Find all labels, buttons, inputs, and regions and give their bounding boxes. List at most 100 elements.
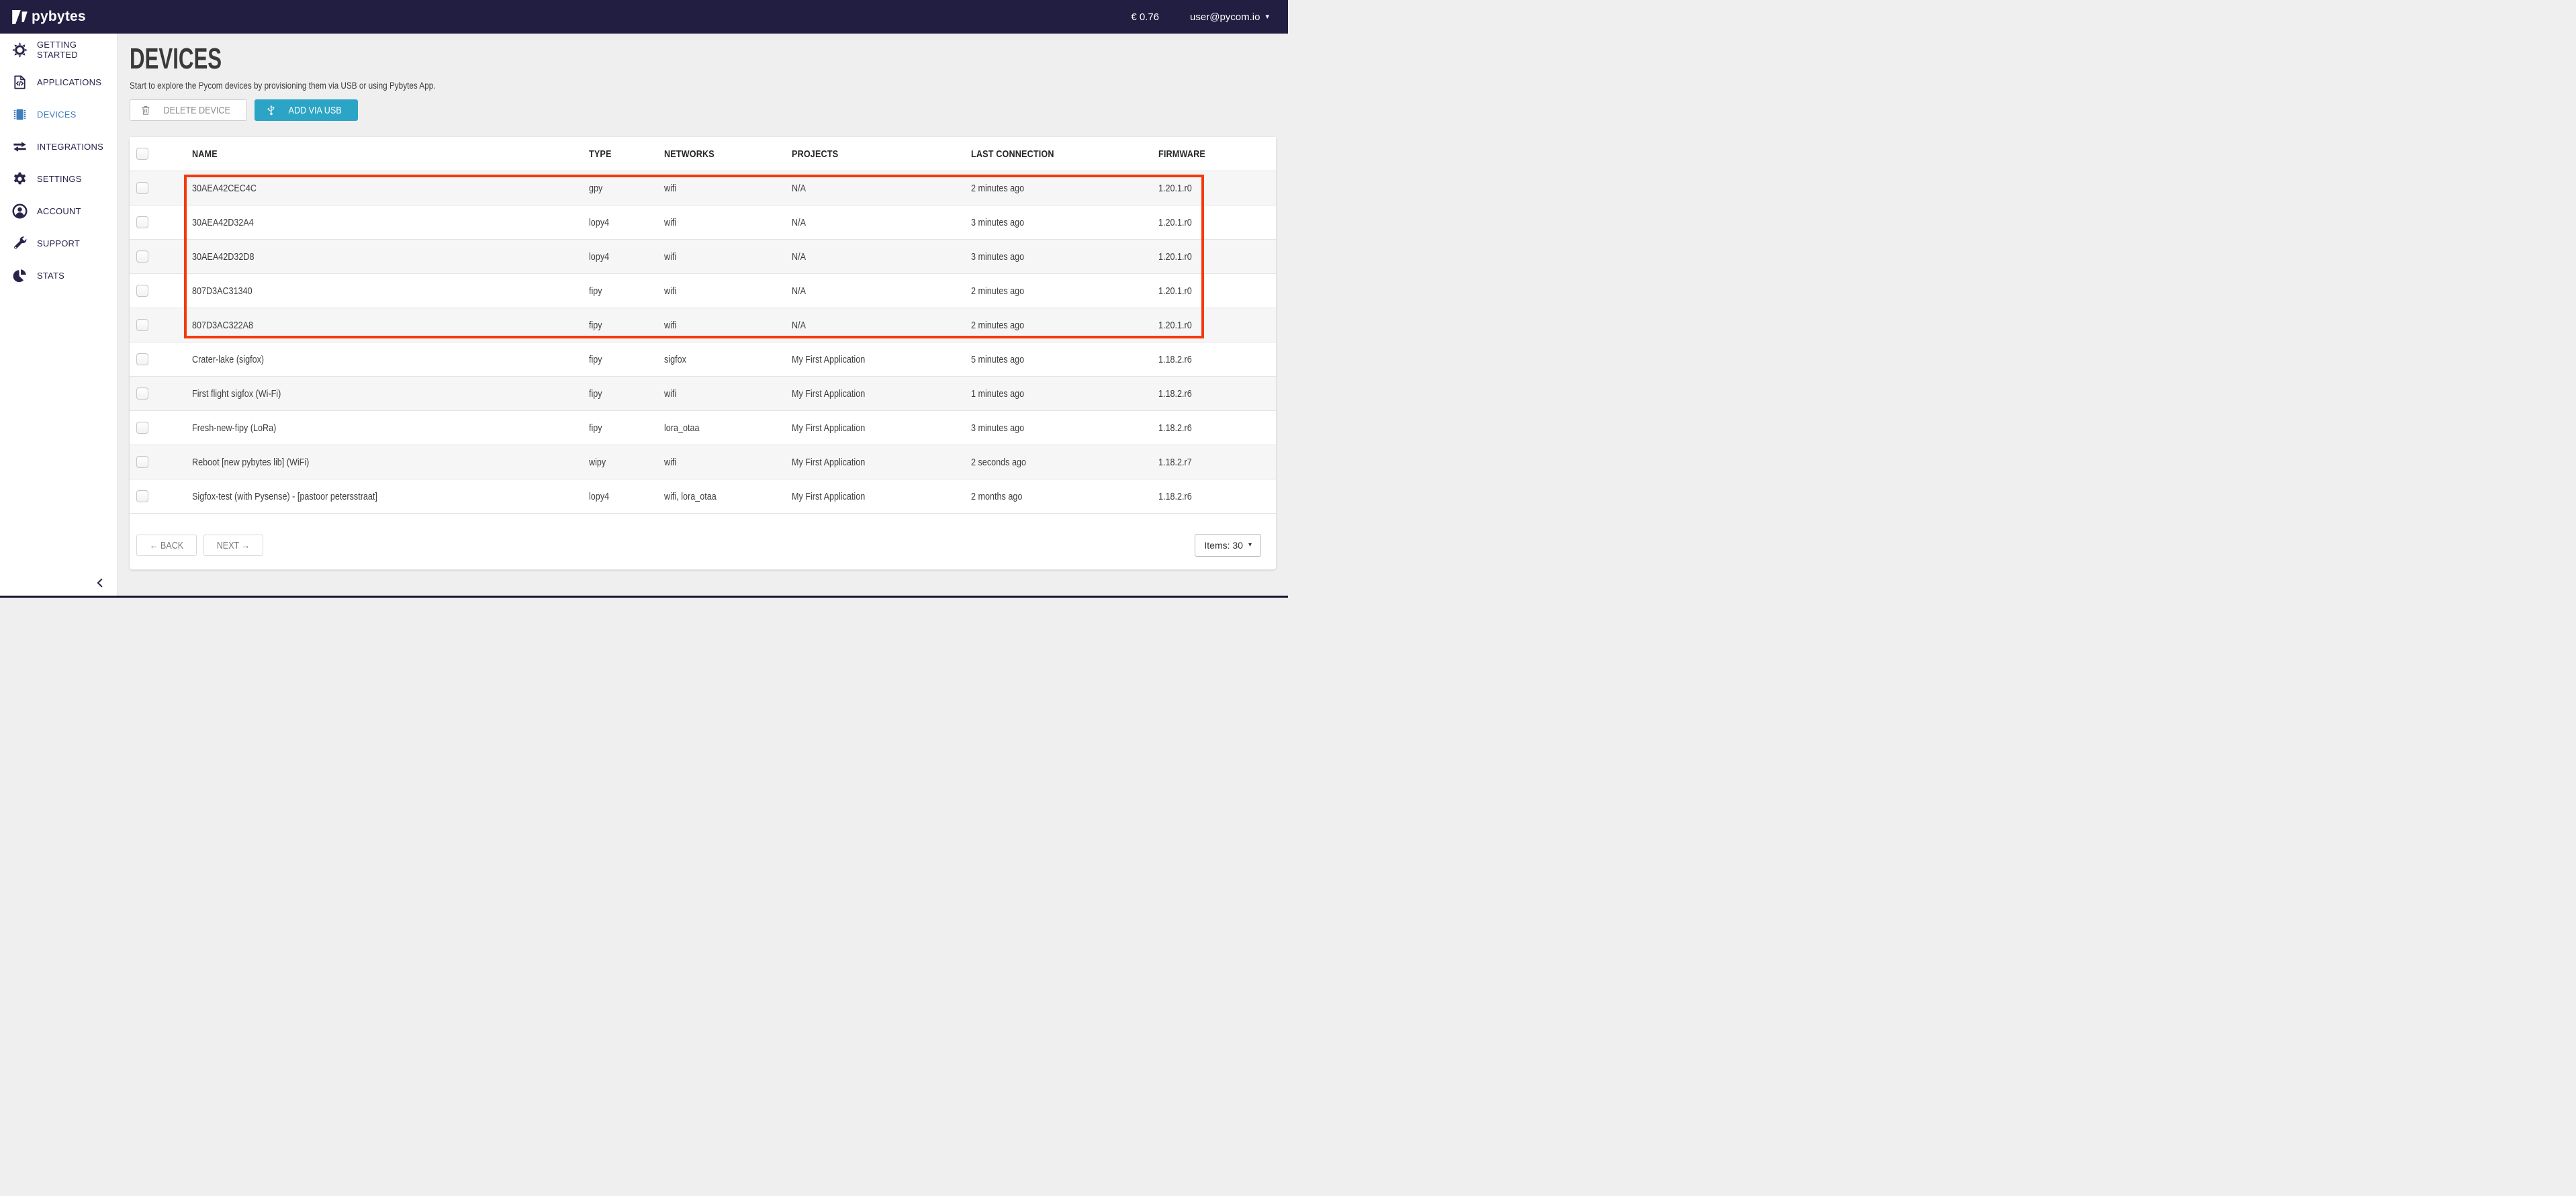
cell-type: gpy [589, 183, 664, 194]
cell-type: wipy [589, 457, 664, 468]
row-checkbox[interactable] [136, 182, 148, 194]
select-all-checkbox[interactable] [136, 148, 148, 160]
sidebar: GETTING STARTED APPLICATIONS DEVICES INT… [0, 34, 118, 598]
cell-last-connection: 2 minutes ago [971, 183, 1158, 194]
cell-last-connection: 2 minutes ago [971, 320, 1158, 331]
row-checkbox[interactable] [136, 422, 148, 434]
cell-firmware: 1.20.1.r0 [1158, 285, 1276, 297]
logo-text: pybytes [32, 9, 86, 25]
cell-name: 30AEA42D32A4 [192, 217, 589, 228]
row-checkbox[interactable] [136, 387, 148, 400]
cell-last-connection: 2 months ago [971, 491, 1158, 502]
table-row[interactable]: 30AEA42D32D8 lopy4 wifi N/A 3 minutes ag… [130, 240, 1276, 274]
row-checkbox[interactable] [136, 319, 148, 331]
table-header-row: NAME TYPE NETWORKS PROJECTS LAST CONNECT… [130, 137, 1276, 171]
pybytes-logo[interactable]: pybytes [11, 8, 86, 26]
cell-networks: wifi [664, 457, 792, 468]
cell-networks: lora_otaa [664, 422, 792, 434]
items-per-page-dropdown[interactable]: Items: 30 ▾ [1195, 534, 1261, 557]
sidebar-item-settings[interactable]: SETTINGS [0, 163, 117, 195]
cell-firmware: 1.18.2.r6 [1158, 491, 1276, 502]
table-row[interactable]: Crater-lake (sigfox) fipy sigfox My Firs… [130, 342, 1276, 377]
sidebar-item-label: SETTINGS [37, 174, 82, 184]
cell-name: Crater-lake (sigfox) [192, 354, 589, 365]
cell-firmware: 1.18.2.r7 [1158, 457, 1276, 468]
cell-type: fipy [589, 285, 664, 297]
cell-name: First flight sigfox (Wi-Fi) [192, 388, 589, 400]
chevron-left-icon[interactable] [94, 576, 107, 590]
add-via-usb-button[interactable]: ADD VIA USB [255, 99, 357, 121]
row-checkbox[interactable] [136, 490, 148, 502]
delete-device-button[interactable]: DELETE DEVICE [130, 99, 247, 121]
cell-projects: N/A [792, 251, 971, 263]
table-row[interactable]: Fresh-new-fipy (LoRa) fipy lora_otaa My … [130, 411, 1276, 445]
cell-projects: My First Application [792, 457, 971, 468]
usb-icon [265, 104, 277, 116]
column-header-firmware: FIRMWARE [1158, 148, 1276, 160]
cell-networks: wifi [664, 183, 792, 194]
cell-firmware: 1.20.1.r0 [1158, 320, 1276, 331]
cell-name: Sigfox-test (with Pysense) - [pastoor pe… [192, 491, 589, 502]
sidebar-item-label: SUPPORT [37, 238, 80, 248]
chip-icon [12, 107, 28, 122]
sidebar-item-label: INTEGRATIONS [37, 142, 103, 152]
column-header-type: TYPE [589, 148, 664, 160]
page-title: DEVICES [130, 48, 222, 71]
user-email: user@pycom.io [1190, 11, 1260, 23]
cell-name: Reboot [new pybytes lib] (WiFi) [192, 457, 589, 468]
cell-type: fipy [589, 320, 664, 331]
sidebar-item-label: STATS [37, 271, 64, 281]
sidebar-item-integrations[interactable]: INTEGRATIONS [0, 130, 117, 163]
cell-projects: My First Application [792, 422, 971, 434]
sidebar-item-getting-started[interactable]: GETTING STARTED [0, 34, 117, 66]
sidebar-item-account[interactable]: ACCOUNT [0, 195, 117, 227]
cell-projects: My First Application [792, 354, 971, 365]
cell-networks: wifi [664, 217, 792, 228]
topbar: pybytes € 0.76 user@pycom.io ▾ [0, 0, 1288, 34]
cell-networks: wifi, lora_otaa [664, 491, 792, 502]
sidebar-item-stats[interactable]: STATS [0, 259, 117, 291]
sidebar-item-devices[interactable]: DEVICES [0, 98, 117, 130]
cell-type: lopy4 [589, 251, 664, 263]
cell-name: 807D3AC31340 [192, 285, 589, 297]
table-row[interactable]: 807D3AC31340 fipy wifi N/A 2 minutes ago… [130, 274, 1276, 308]
pycom-flags-icon [11, 8, 29, 26]
cell-networks: sigfox [664, 354, 792, 365]
column-header-projects: PROJECTS [792, 148, 971, 160]
table-row[interactable]: Reboot [new pybytes lib] (WiFi) wipy wif… [130, 445, 1276, 479]
row-checkbox[interactable] [136, 216, 148, 228]
sidebar-item-label: GETTING STARTED [37, 40, 117, 60]
cell-firmware: 1.18.2.r6 [1158, 354, 1276, 365]
cell-firmware: 1.20.1.r0 [1158, 217, 1276, 228]
sidebar-item-support[interactable]: SUPPORT [0, 227, 117, 259]
cell-projects: My First Application [792, 388, 971, 400]
cell-projects: N/A [792, 217, 971, 228]
cell-networks: wifi [664, 285, 792, 297]
table-row[interactable]: 30AEA42CEC4C gpy wifi N/A 2 minutes ago … [130, 171, 1276, 205]
devices-table: NAME TYPE NETWORKS PROJECTS LAST CONNECT… [130, 137, 1276, 569]
user-icon [12, 203, 28, 219]
sidebar-item-label: DEVICES [37, 109, 76, 120]
cell-last-connection: 1 minutes ago [971, 388, 1158, 400]
pagination: ← BACK NEXT → Items: 30 ▾ [130, 514, 1276, 557]
cell-type: lopy4 [589, 491, 664, 502]
sidebar-item-applications[interactable]: APPLICATIONS [0, 66, 117, 98]
next-button[interactable]: NEXT → [203, 535, 263, 556]
row-checkbox[interactable] [136, 456, 148, 468]
table-row[interactable]: First flight sigfox (Wi-Fi) fipy wifi My… [130, 377, 1276, 411]
table-row[interactable]: 807D3AC322A8 fipy wifi N/A 2 minutes ago… [130, 308, 1276, 342]
row-checkbox[interactable] [136, 285, 148, 297]
table-row[interactable]: Sigfox-test (with Pysense) - [pastoor pe… [130, 479, 1276, 514]
trash-icon [140, 105, 151, 116]
row-checkbox[interactable] [136, 250, 148, 263]
table-row[interactable]: 30AEA42D32A4 lopy4 wifi N/A 3 minutes ag… [130, 205, 1276, 240]
row-checkbox[interactable] [136, 353, 148, 365]
cell-firmware: 1.20.1.r0 [1158, 251, 1276, 263]
cell-last-connection: 3 minutes ago [971, 217, 1158, 228]
user-menu[interactable]: user@pycom.io ▾ [1190, 11, 1269, 23]
cell-networks: wifi [664, 388, 792, 400]
page-subtitle: Start to explore the Pycom devices by pr… [130, 80, 436, 91]
column-header-last-connection: LAST CONNECTION [971, 148, 1158, 160]
wrench-icon [12, 236, 28, 251]
back-button[interactable]: ← BACK [136, 535, 197, 556]
